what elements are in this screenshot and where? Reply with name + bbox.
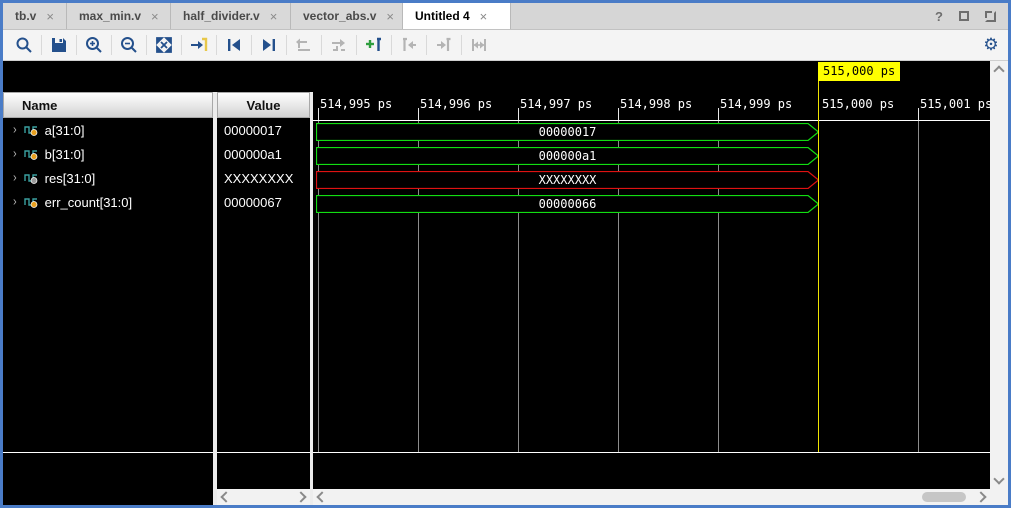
previous-marker-icon: [392, 33, 426, 57]
wave-bus-a[interactable]: 00000017: [316, 123, 819, 141]
tab-vector_abs.v[interactable]: vector_abs.v ×: [291, 3, 403, 29]
tab-tb.v[interactable]: tb.v ×: [3, 3, 67, 29]
value-horizontal-scrollbar[interactable]: [217, 489, 310, 505]
axis-baseline: [313, 120, 990, 121]
scroll-up-icon[interactable]: [993, 65, 1004, 76]
bus-signal-icon-gray: [24, 172, 38, 184]
expand-chevron-icon[interactable]: ›: [13, 147, 17, 160]
goto-cursor-icon[interactable]: [182, 33, 216, 57]
window-controls: ?: [935, 3, 1008, 29]
signal-value[interactable]: XXXXXXXX: [217, 166, 310, 190]
close-icon[interactable]: ×: [270, 9, 278, 24]
wave-horizontal-scrollbar[interactable]: [313, 489, 990, 505]
tab-label: tb.v: [15, 9, 36, 23]
signal-name: b[31:0]: [45, 147, 85, 162]
signal-row-a[interactable]: › a[31:0]: [3, 118, 213, 142]
signal-row-err-count[interactable]: › err_count[31:0]: [3, 190, 213, 214]
time-cursor-line[interactable]: [818, 81, 819, 452]
signal-value[interactable]: 000000a1: [217, 142, 310, 166]
wave-bottom-line: [313, 452, 990, 453]
signal-name: a[31:0]: [45, 123, 85, 138]
tab-label: max_min.v: [79, 9, 141, 23]
wave-bus-b[interactable]: 000000a1: [316, 147, 819, 165]
scroll-down-icon[interactable]: [993, 473, 1004, 484]
axis-tick-label: 515,000 ps: [822, 97, 894, 111]
zoom-fit-icon[interactable]: [147, 33, 181, 57]
settings-gear-icon[interactable]: ⚙: [974, 33, 1008, 57]
prev-transition-icon[interactable]: [217, 33, 251, 57]
next-transition-icon[interactable]: [252, 33, 286, 57]
bus-value-label: XXXXXXXX: [316, 171, 819, 189]
bus-value-label: 00000066: [316, 195, 819, 213]
name-column-header[interactable]: Name: [3, 92, 213, 118]
bus-signal-icon: [24, 124, 38, 136]
wave-vertical-scrollbar[interactable]: [990, 61, 1008, 489]
axis-tick-label: 514,995 ps: [320, 97, 392, 111]
expand-chevron-icon[interactable]: ›: [13, 195, 17, 208]
help-icon[interactable]: ?: [935, 9, 943, 24]
step-arrow-icon: [322, 33, 356, 57]
signal-name: err_count[31:0]: [45, 195, 132, 210]
span-markers-icon: [462, 33, 496, 57]
waveform-canvas[interactable]: 515,000 ps 514,995 ps 514,996 ps 514,997…: [313, 61, 990, 505]
close-icon[interactable]: ×: [386, 9, 394, 24]
zoom-in-icon[interactable]: [77, 33, 111, 57]
close-icon[interactable]: ×: [46, 9, 54, 24]
signal-row-b[interactable]: › b[31:0]: [3, 142, 213, 166]
axis-tick-label: 514,998 ps: [620, 97, 692, 111]
signal-value[interactable]: 00000067: [217, 190, 310, 214]
bus-value-label: 000000a1: [316, 147, 819, 165]
signal-name-panel: Name › a[31:0] › b[31:0] › res[31:0] › e…: [3, 61, 213, 505]
signal-value-rows: 00000017 000000a1 XXXXXXXX 00000067: [217, 118, 310, 214]
axis-tick-label: 514,996 ps: [420, 97, 492, 111]
bus-value-label: 00000017: [316, 123, 819, 141]
wave-bus-res[interactable]: XXXXXXXX: [316, 171, 819, 189]
wave-bus-err-count[interactable]: 00000066: [316, 195, 819, 213]
waveform-toolbar: ⚙: [3, 30, 1008, 61]
expand-chevron-icon[interactable]: ›: [13, 171, 17, 184]
scrollbar-thumb[interactable]: [922, 492, 966, 502]
tab-half_divider.v[interactable]: half_divider.v ×: [171, 3, 291, 29]
waveform-viewer-window: tb.v × max_min.v × half_divider.v × vect…: [0, 0, 1011, 508]
scroll-left-icon[interactable]: [220, 491, 231, 502]
float-window-icon[interactable]: [985, 11, 996, 22]
signal-row-res[interactable]: › res[31:0]: [3, 166, 213, 190]
list-bottom-line: [3, 452, 213, 453]
tab-label: vector_abs.v: [303, 9, 376, 23]
close-icon[interactable]: ×: [151, 9, 159, 24]
search-icon[interactable]: [7, 33, 41, 57]
save-icon[interactable]: [42, 33, 76, 57]
panel-top-strip: [3, 61, 313, 92]
tab-label: Untitled 4: [415, 9, 470, 23]
signal-name: res[31:0]: [45, 171, 96, 186]
value-column-header[interactable]: Value: [217, 92, 310, 118]
expand-chevron-icon[interactable]: ›: [13, 123, 17, 136]
scrollbar-corner: [990, 489, 1008, 505]
return-arrow-icon: [287, 33, 321, 57]
scroll-right-icon[interactable]: [975, 491, 986, 502]
tab-untitled-4[interactable]: Untitled 4 ×: [403, 3, 511, 29]
bus-signal-icon: [24, 196, 38, 208]
signal-value[interactable]: 00000017: [217, 118, 310, 142]
gridline: [918, 121, 919, 452]
bus-signal-icon: [24, 148, 38, 160]
axis-tick-label: 515,001 ps: [920, 97, 990, 111]
cursor-time-badge[interactable]: 515,000 ps: [818, 62, 900, 81]
tab-label: half_divider.v: [183, 9, 260, 23]
tab-bar: tb.v × max_min.v × half_divider.v × vect…: [3, 3, 1008, 30]
axis-tick-label: 514,997 ps: [520, 97, 592, 111]
scroll-right-icon[interactable]: [295, 491, 306, 502]
signal-value-panel: Value 00000017 000000a1 XXXXXXXX 0000006…: [217, 61, 310, 505]
tab-max_min.v[interactable]: max_min.v ×: [67, 3, 171, 29]
next-marker-icon: [427, 33, 461, 57]
signal-name-rows: › a[31:0] › b[31:0] › res[31:0] › err_co…: [3, 118, 213, 214]
add-marker-icon[interactable]: [357, 33, 391, 57]
maximize-icon[interactable]: [959, 11, 969, 21]
close-icon[interactable]: ×: [480, 9, 488, 24]
list-bottom-line: [217, 452, 310, 453]
axis-tick-label: 514,999 ps: [720, 97, 792, 111]
scroll-left-icon[interactable]: [316, 491, 327, 502]
zoom-out-icon[interactable]: [112, 33, 146, 57]
